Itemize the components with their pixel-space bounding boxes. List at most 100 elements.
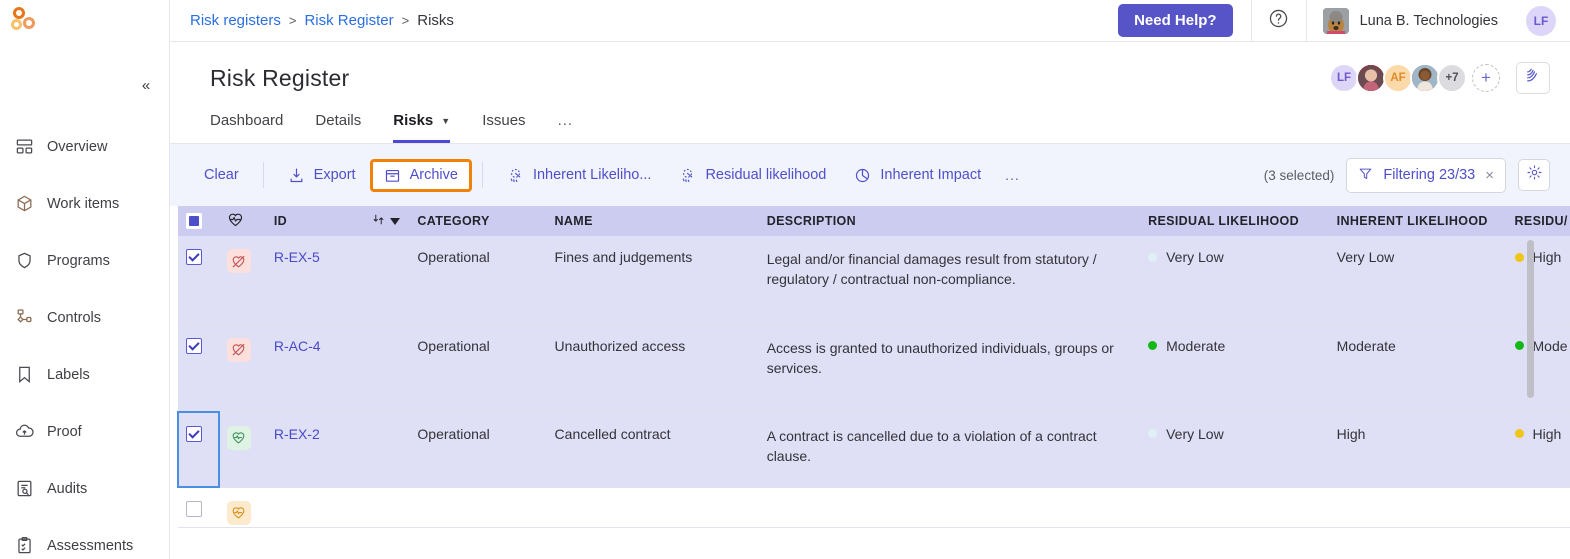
avatar-overflow-count[interactable]: +7	[1437, 63, 1467, 93]
tab-risks[interactable]: Risks ▼	[393, 104, 451, 143]
avatar[interactable]	[1356, 63, 1386, 93]
toolbar-more-button[interactable]: ...	[995, 159, 1030, 191]
user-avatar[interactable]: LF	[1526, 5, 1556, 36]
sidebar-item-overview[interactable]: Overview	[0, 118, 169, 175]
select-all-checkbox[interactable]	[186, 213, 202, 229]
inherent-likelihood-button[interactable]: Inherent Likeliho...	[493, 159, 666, 192]
table-vertical-scrollbar[interactable]	[1527, 240, 1534, 398]
sidebar-item-programs[interactable]: Programs	[0, 232, 169, 289]
selected-count-label: (3 selected)	[1263, 167, 1335, 183]
breadcrumb-separator: >	[288, 13, 297, 28]
app-logo-icon[interactable]	[10, 6, 40, 36]
sidebar-item-assessments[interactable]: Assessments	[0, 517, 169, 559]
heart-pulse-icon	[226, 500, 251, 525]
archive-label: Archive	[409, 167, 458, 183]
header-residual-likelihood[interactable]: RESIDUAL LIKELIHOOD	[1140, 206, 1329, 236]
organization-avatar	[1322, 7, 1349, 34]
filter-chip[interactable]: Filtering 23/33 ×	[1346, 157, 1506, 193]
row-category-cell: Operational	[409, 236, 547, 325]
sort-controls[interactable]	[372, 213, 409, 229]
header-inherent-likelihood[interactable]: INHERENT LIKELIHOOD	[1328, 206, 1507, 236]
download-icon	[288, 167, 305, 184]
row-checkbox[interactable]	[186, 425, 202, 442]
tab-issues[interactable]: Issues	[482, 104, 525, 143]
row-checkbox[interactable]	[186, 337, 202, 354]
add-collaborator-button[interactable]: +	[1472, 64, 1500, 92]
row-select-cell[interactable]	[178, 324, 219, 413]
breadcrumb: Risk registers > Risk Register > Risks	[190, 12, 454, 29]
breadcrumb-item-risk-registers[interactable]: Risk registers	[190, 12, 281, 29]
table-row[interactable]: R-EX-5 Operational Fines and judgements …	[178, 236, 1570, 325]
sidebar-item-labels[interactable]: Labels	[0, 346, 169, 403]
tab-details[interactable]: Details	[315, 104, 361, 143]
need-help-button[interactable]: Need Help?	[1118, 4, 1233, 37]
residual-likelihood-label: Residual likelihood	[705, 167, 827, 183]
table-row[interactable]	[178, 487, 1570, 528]
header-sort[interactable]	[364, 206, 410, 236]
sidebar-item-label: Controls	[47, 309, 101, 326]
organization-selector[interactable]: Luna B. Technologies	[1307, 7, 1516, 34]
sort-descending-icon[interactable]	[390, 217, 401, 225]
page-title: Risk Register	[210, 64, 350, 91]
header-description[interactable]: DESCRIPTION	[758, 206, 1141, 236]
box-icon	[14, 194, 34, 214]
export-button[interactable]: Export	[274, 159, 370, 192]
swap-sort-icon[interactable]	[372, 213, 385, 229]
tab-dashboard[interactable]: Dashboard	[210, 104, 283, 143]
logo-ring-1	[13, 7, 25, 19]
inherent-impact-button[interactable]: Inherent Impact	[840, 159, 995, 192]
risk-id-link[interactable]: R-AC-4	[274, 338, 321, 354]
row-spacer-cell	[364, 487, 410, 528]
sidebar-item-audits[interactable]: Audits	[0, 460, 169, 517]
status-dot	[1514, 341, 1524, 350]
archive-button[interactable]: Archive	[369, 158, 472, 192]
avatar[interactable]: LF	[1329, 63, 1359, 93]
filter-label: Filtering 23/33	[1383, 167, 1476, 183]
row-select-cell[interactable]	[178, 236, 219, 325]
heart-slash-icon	[226, 337, 251, 362]
row-residual-likelihood-cell: Very Low	[1140, 236, 1329, 325]
clear-button[interactable]: Clear	[190, 159, 253, 191]
row-id-cell[interactable]: R-EX-2	[265, 412, 365, 488]
clear-filter-icon[interactable]: ×	[1485, 168, 1494, 183]
sidebar-item-work-items[interactable]: Work items	[0, 175, 169, 232]
row-id-cell[interactable]: R-AC-4	[265, 324, 365, 413]
header-select-all[interactable]	[178, 206, 219, 236]
breadcrumb-item-risk-register[interactable]: Risk Register	[304, 12, 393, 29]
row-inherent-likelihood-cell: Very Low	[1328, 236, 1507, 325]
header-category[interactable]: CATEGORY	[409, 206, 547, 236]
risk-id-link[interactable]: R-EX-2	[274, 426, 320, 442]
row-id-cell[interactable]	[265, 487, 365, 528]
header-id[interactable]: ID	[265, 206, 365, 236]
avatar[interactable]	[1410, 63, 1440, 93]
row-checkbox[interactable]	[186, 500, 202, 517]
header-residual-impact[interactable]: RESIDU/	[1506, 206, 1570, 236]
chevron-down-icon[interactable]: ▼	[441, 116, 450, 126]
scatter-icon	[679, 167, 696, 184]
table-header-row: ID CATEGORY NAME DESCRIPTION RESIDUAL LI…	[178, 206, 1570, 236]
help-button[interactable]	[1252, 0, 1306, 42]
header-name[interactable]: NAME	[546, 206, 759, 236]
table-row[interactable]: R-EX-2 Operational Cancelled contract A …	[177, 411, 1570, 488]
row-checkbox[interactable]	[186, 249, 202, 265]
risk-id-link[interactable]: R-EX-5	[274, 249, 320, 265]
table-settings-button[interactable]	[1518, 159, 1550, 191]
row-spacer-cell	[364, 412, 410, 488]
logo-wrap[interactable]	[0, 0, 169, 42]
sidebar-item-controls[interactable]: Controls	[0, 289, 169, 346]
row-select-cell[interactable]	[177, 411, 220, 488]
table-row[interactable]: R-AC-4 Operational Unauthorized access A…	[178, 324, 1570, 413]
activity-feed-button[interactable]	[1516, 62, 1550, 94]
row-spacer-cell	[364, 236, 410, 325]
row-description-cell	[758, 487, 1141, 528]
row-select-cell[interactable]	[178, 487, 219, 528]
residual-likelihood-button[interactable]: Residual likelihood	[665, 159, 840, 192]
tab-more[interactable]: ...	[558, 104, 574, 143]
nodes-icon	[14, 308, 34, 328]
avatar[interactable]: AF	[1383, 63, 1413, 93]
tab-label: Risks	[393, 112, 434, 129]
row-inherent-likelihood-cell: Moderate	[1328, 324, 1507, 413]
sidebar-item-proof[interactable]: Proof	[0, 403, 169, 460]
sidebar-collapse-button[interactable]: «	[135, 74, 157, 96]
row-id-cell[interactable]: R-EX-5	[265, 236, 365, 325]
